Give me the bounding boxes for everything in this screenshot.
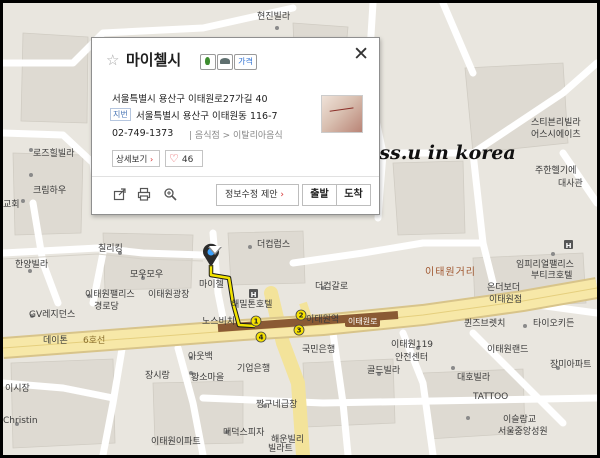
map-label: 아웃백 — [188, 352, 213, 362]
detail-view-button[interactable]: 상세보기 › — [112, 150, 160, 167]
map-label: 퀸즈브렛치 — [464, 319, 506, 329]
vegetarian-badge-icon — [200, 54, 216, 70]
map-label: 더컵갈로 — [315, 282, 349, 292]
map-label: GV레지던스 — [29, 310, 76, 320]
map-label: 국민은행 — [302, 345, 336, 355]
map-label: 안전센터 — [395, 353, 429, 363]
heart-icon: ♡ — [169, 152, 179, 165]
map-label: 온더보더 — [487, 283, 521, 293]
category-separator: | — [189, 131, 193, 141]
road-address: 서울특별시 용산구 이태원로27가길 40 — [112, 94, 268, 105]
map-label: 주한헬기에 — [535, 166, 577, 176]
map-label: 현진빌라 — [257, 12, 291, 22]
map-label: 노스비치 — [202, 317, 236, 327]
station-road-tag: 이태원로 — [345, 316, 381, 327]
detail-label: 상세보기 — [116, 155, 148, 165]
map-label: 임피리얼팰리스 — [516, 260, 574, 270]
place-name[interactable]: 마이첼시 — [126, 50, 181, 70]
map-label: 더컵럽스 — [257, 240, 291, 250]
jibun-address: 서울특별시 용산구 이태원동 116-7 — [136, 111, 278, 122]
map-label: 대사관 — [558, 179, 583, 189]
like-count: 46 — [181, 155, 194, 165]
chevron-right-icon: › — [149, 155, 154, 164]
map-label: 황소마을 — [191, 373, 225, 383]
map-label: 이태원119 — [391, 340, 434, 350]
street-name-label: 이태원거리 — [425, 267, 476, 278]
map-label: 서울중앙성원 — [498, 427, 548, 437]
svg-text:H: H — [251, 291, 257, 299]
phone-number: 02-749-1373 — [112, 128, 174, 139]
exit-4-label: 4 — [259, 334, 264, 342]
map-label: 대호빌라 — [457, 373, 491, 383]
dining-badge-icon — [217, 54, 233, 70]
place-photo-thumbnail[interactable] — [321, 95, 363, 133]
place-info-popup: ☆ 마이첼시 가격 ✕ 서울특별시 용산구 이태원로27가길 40 지번 서울특… — [91, 37, 380, 255]
category-path: 음식점 > 이탈리아음식 — [194, 131, 283, 141]
map-label: 타이오키든 — [533, 319, 575, 329]
popup-divider — [92, 176, 379, 177]
map-label: 교회 — [3, 200, 20, 210]
map-label: 매덕스피자 — [223, 428, 265, 438]
star-icon[interactable]: ☆ — [106, 52, 119, 68]
map-label: 칠리킹 — [98, 244, 123, 254]
map-label: 빌라트 — [268, 444, 293, 454]
map-label: 이태원광장 — [148, 290, 190, 300]
map-label: 골드빌라 — [367, 366, 401, 376]
map-label: 스티븐리빌라 — [531, 118, 581, 128]
zoom-icon[interactable] — [162, 186, 178, 202]
map-label: 장시랑 — [145, 371, 170, 381]
print-icon[interactable] — [136, 186, 152, 202]
map-label: 이태원점 — [489, 295, 523, 305]
road-number-label: 6호선 — [83, 336, 106, 346]
map-label: Christin — [3, 416, 38, 426]
map-label: 장미아파트 — [550, 360, 592, 370]
close-icon[interactable]: ✕ — [353, 44, 369, 64]
map-label: 마이첼 — [199, 280, 224, 290]
exit-2-label: 2 — [299, 312, 304, 320]
map-label: 한양빌라 — [15, 260, 49, 270]
map-label: TATTOO — [473, 392, 509, 402]
map-frame[interactable]: 1 2 3 4 H H 현진빌라 로즈힐빌라 크림하우 교회 칠리킹 한양빌라 … — [3, 3, 597, 455]
like-button[interactable]: ♡ 46 — [165, 150, 203, 167]
jibun-tag: 지번 — [110, 108, 131, 121]
map-label: 이시장 — [5, 384, 30, 394]
map-label: 이슬람교 — [503, 415, 537, 425]
map-label: 짱구네급창 — [256, 400, 298, 410]
arrive-button[interactable]: 도착 — [336, 184, 371, 206]
depart-button[interactable]: 출발 — [302, 184, 337, 206]
suggest-edit-label: 정보수정 제안 — [225, 190, 278, 200]
map-label: 크림하우 — [33, 186, 67, 196]
map-label: 데이톤 — [43, 336, 68, 346]
exit-3-label: 3 — [297, 327, 302, 335]
suggest-edit-button[interactable]: 정보수정 제안 › — [216, 184, 299, 206]
map-label: 해밀톤호텔 — [231, 300, 273, 310]
chevron-right-icon: › — [280, 190, 285, 200]
price-badge[interactable]: 가격 — [234, 54, 257, 70]
map-label: 경로당 — [94, 302, 119, 312]
popup-tail — [208, 246, 222, 255]
map-label: 기업은행 — [237, 364, 271, 374]
svg-text:H: H — [566, 242, 572, 250]
station-name-label: 이태원역 — [306, 315, 340, 325]
map-label: 이태원이파트 — [151, 437, 201, 447]
share-icon[interactable] — [112, 186, 128, 202]
map-label: 부티크호텔 — [531, 271, 573, 281]
map-label: 어스시에이츠 — [531, 130, 581, 140]
exit-1-label: 1 — [254, 318, 259, 326]
category-text: | 음식점 > 이탈리아음식 — [189, 128, 283, 141]
map-label: 이태원랜드 — [487, 345, 529, 355]
map-label: 이태원팰리스 — [85, 290, 135, 300]
map-label: 로즈힐빌라 — [33, 149, 75, 159]
map-label: 모우모우 — [130, 270, 164, 280]
